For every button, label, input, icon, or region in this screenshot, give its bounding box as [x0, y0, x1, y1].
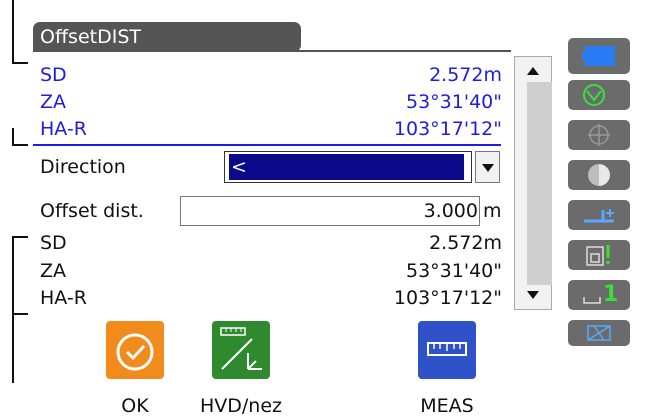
battery-icon[interactable] — [568, 38, 630, 74]
target-prism-icon[interactable] — [568, 80, 630, 110]
direction-label: Direction — [40, 156, 126, 178]
bracket-line — [12, 62, 28, 64]
offset-label: Offset dist. — [40, 200, 144, 222]
offset-dist-value[interactable]: 3.000 — [180, 198, 478, 224]
bracket-line — [12, 313, 14, 383]
row-label: ZA — [40, 260, 67, 282]
scroll-down-icon[interactable] — [517, 283, 549, 307]
row-value: 53°31'40" — [406, 260, 502, 282]
chevron-down-icon[interactable] — [475, 151, 500, 183]
direction-select-value[interactable]: < — [229, 154, 464, 180]
half-circle-icon[interactable] — [568, 160, 630, 190]
bracket-line — [12, 236, 14, 314]
row-value: 2.572m — [429, 232, 502, 254]
bracket-line — [12, 313, 28, 315]
bottom-row-za: ZA 53°31'40" — [40, 258, 502, 284]
level-plus-icon[interactable] — [568, 200, 630, 230]
meas-label: MEAS — [420, 395, 474, 417]
row-label: ZA — [40, 91, 67, 113]
top-row-ha: HA-R 103°17'12" — [40, 116, 502, 142]
laser-pointer-icon[interactable] — [568, 320, 630, 346]
ok-button[interactable] — [106, 321, 164, 379]
row-value: 103°17'12" — [393, 287, 502, 309]
offset-unit: m — [483, 200, 502, 222]
scrollbar-thumb[interactable] — [527, 82, 552, 285]
check-circle-icon — [116, 333, 154, 371]
row-value: 53°31'40" — [406, 91, 502, 113]
direction-label-row: Direction — [40, 154, 210, 180]
bracket-line — [12, 128, 14, 145]
hvd-axes-icon — [220, 327, 262, 370]
top-row-za: ZA 53°31'40" — [40, 89, 502, 115]
screen-title: OffsetDIST — [33, 22, 301, 52]
row-label: SD — [40, 64, 67, 86]
ppm-digit: 1 — [603, 282, 619, 307]
hvd-nez-button[interactable] — [212, 321, 270, 379]
bottom-row-ha: HA-R 103°17'12" — [40, 285, 502, 311]
bracket-line — [12, 0, 14, 63]
section-divider — [33, 144, 501, 146]
ruler-icon — [427, 342, 467, 356]
row-value: 2.572m — [429, 64, 502, 86]
crosshair-icon[interactable] — [568, 120, 630, 150]
ppm-indicator-icon[interactable]: 1 — [568, 280, 630, 310]
top-row-sd: SD 2.572m — [40, 62, 502, 88]
bottom-row-sd: SD 2.572m — [40, 230, 502, 256]
memory-card-icon[interactable] — [568, 240, 630, 270]
row-label: HA-R — [40, 118, 87, 140]
row-label: SD — [40, 232, 67, 254]
row-value: 103°17'12" — [393, 118, 502, 140]
target-count: 0 — [637, 86, 646, 101]
scroll-up-icon[interactable] — [517, 60, 549, 84]
ok-label: OK — [121, 395, 149, 417]
bracket-line — [12, 144, 28, 146]
meas-button[interactable] — [418, 321, 476, 379]
bracket-line — [12, 236, 28, 238]
row-label: HA-R — [40, 287, 87, 309]
hvd-nez-label: HVD/nez — [199, 395, 283, 417]
title-underline — [33, 50, 511, 52]
